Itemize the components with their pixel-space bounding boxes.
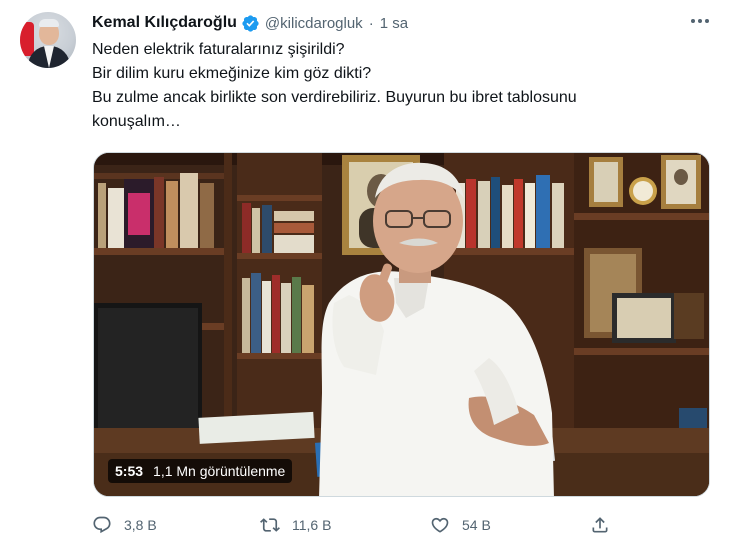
share-button[interactable]: [590, 510, 610, 540]
reply-button[interactable]: 3,8 B: [92, 510, 157, 540]
like-button[interactable]: 54 B: [430, 510, 491, 540]
tweet-text-line: Bir dilim kuru ekmeğinize kim göz dikti?: [92, 65, 372, 82]
flag-decoration: [20, 22, 34, 56]
heart-icon: [430, 515, 450, 535]
tweet-text-line: konuşalım…: [92, 113, 181, 130]
retweet-count: 11,6 B: [292, 517, 332, 533]
video-views: 1,1 Mn görüntülenme: [153, 463, 286, 479]
video-thumbnail: [94, 153, 709, 496]
verified-badge-icon: [241, 14, 260, 33]
author-name[interactable]: Kemal Kılıçdaroğlu: [92, 14, 237, 32]
more-horizontal-icon[interactable]: [686, 10, 714, 32]
avatar-hair: [39, 19, 59, 27]
tweet-header: Kemal Kılıçdaroğlu @kilicdarogluk · 1 sa: [92, 12, 408, 34]
like-count: 54 B: [462, 517, 491, 533]
tweet-text-line: Bu zulme ancak birlikte son verdirebilir…: [92, 89, 577, 106]
video-duration: 5:53: [115, 463, 144, 479]
avatar[interactable]: [20, 12, 76, 68]
retweet-icon: [260, 515, 280, 535]
tweet[interactable]: Kemal Kılıçdaroğlu @kilicdarogluk · 1 sa…: [0, 0, 730, 554]
separator-dot: ·: [368, 14, 374, 32]
tweet-text-line: Neden elektrik faturalarınız şişirildi?: [92, 41, 345, 58]
video-player[interactable]: [93, 152, 710, 497]
video-stats-badge: 5:53 1,1 Mn görüntülenme: [108, 459, 293, 483]
tweet-text: Neden elektrik faturalarınız şişirildi? …: [92, 38, 692, 134]
author-handle[interactable]: @kilicdarogluk: [265, 15, 363, 32]
reply-count: 3,8 B: [124, 517, 157, 533]
timestamp[interactable]: 1 sa: [380, 15, 408, 32]
action-bar: 3,8 B 11,6 B 54 B: [92, 510, 622, 540]
retweet-button[interactable]: 11,6 B: [260, 510, 331, 540]
share-icon: [590, 515, 610, 535]
reply-icon: [92, 515, 112, 535]
